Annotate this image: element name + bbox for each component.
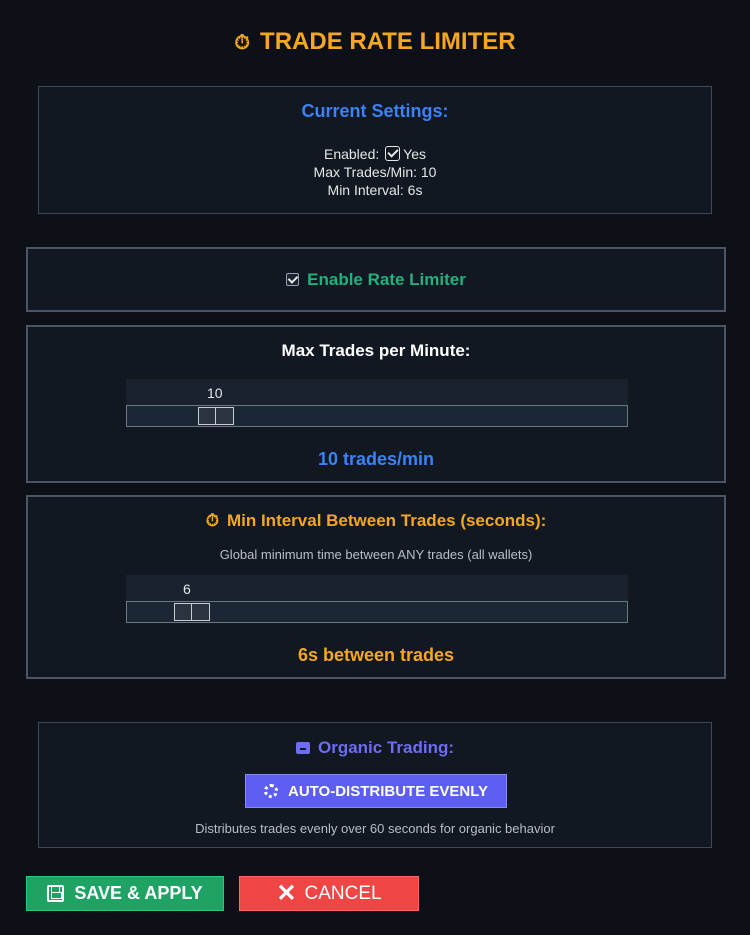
- organic-trading-title-text: Organic Trading:: [317, 738, 455, 757]
- max-trades-slider-thumb[interactable]: [198, 407, 234, 425]
- max-trades-panel: Max Trades per Minute: 10 10 trades/min: [26, 325, 726, 483]
- min-interval-title-text: Min Interval Between Trades (seconds):: [226, 511, 547, 530]
- auto-distribute-label: AUTO-DISTRIBUTE EVENLY: [287, 782, 489, 800]
- current-settings-lines: Enabled: Yes Max Trades/Min: 10 Min Inte…: [39, 145, 711, 199]
- min-interval-readout: 6s between trades: [297, 645, 455, 665]
- stopwatch-icon: ⏱: [234, 32, 251, 54]
- page-title: ⏱ TRADE RATE LIMITER: [0, 28, 750, 56]
- cancel-button[interactable]: ✕ CANCEL: [239, 876, 419, 911]
- organic-trading-title: Organic Trading:: [39, 738, 711, 758]
- organic-trading-panel: Organic Trading: AUTO-DISTRIBUTE EVENLY …: [38, 722, 712, 848]
- enable-rate-limiter-label[interactable]: Enable Rate Limiter: [307, 270, 466, 289]
- max-trades-line: Max Trades/Min: 10: [313, 164, 437, 180]
- stopwatch-icon: ⏱: [205, 511, 219, 530]
- current-settings-panel: Current Settings: Enabled: Yes Max Trade…: [38, 86, 712, 214]
- cancel-label: CANCEL: [304, 882, 382, 904]
- page-title-text: TRADE RATE LIMITER: [260, 28, 516, 55]
- current-settings-title: Current Settings:: [301, 101, 449, 121]
- close-icon: ✕: [276, 879, 297, 907]
- min-interval-slider-thumb[interactable]: [174, 603, 210, 621]
- gear-icon: [263, 784, 278, 798]
- save-icon: [47, 885, 65, 902]
- max-trades-title: Max Trades per Minute:: [281, 341, 471, 360]
- min-interval-slider-value: 6: [183, 581, 191, 597]
- min-interval-slider[interactable]: 6: [126, 575, 628, 623]
- organic-trading-description: Distributes trades evenly over 60 second…: [195, 821, 555, 836]
- enabled-label: Enabled:: [323, 146, 380, 162]
- save-apply-button[interactable]: SAVE & APPLY: [26, 876, 224, 911]
- min-interval-panel: ⏱ Min Interval Between Trades (seconds): …: [26, 495, 726, 679]
- save-apply-label: SAVE & APPLY: [74, 883, 203, 903]
- enabled-line: Enabled: Yes: [39, 145, 711, 163]
- enabled-value: Yes: [403, 146, 426, 162]
- check-icon: [385, 146, 401, 161]
- min-interval-title: ⏱ Min Interval Between Trades (seconds):: [28, 511, 724, 531]
- auto-distribute-button[interactable]: AUTO-DISTRIBUTE EVENLY: [245, 774, 507, 808]
- enable-checkbox[interactable]: [286, 273, 300, 286]
- enable-rate-limiter-panel: Enable Rate Limiter: [26, 247, 726, 312]
- max-trades-slider[interactable]: 10: [126, 379, 628, 427]
- max-trades-slider-value: 10: [207, 385, 223, 401]
- package-icon: [295, 742, 310, 754]
- min-interval-description: Global minimum time between ANY trades (…: [219, 547, 533, 562]
- enable-rate-limiter-toggle[interactable]: Enable Rate Limiter: [28, 270, 724, 290]
- min-interval-line: Min Interval: 6s: [327, 182, 423, 198]
- max-trades-readout: 10 trades/min: [317, 449, 435, 469]
